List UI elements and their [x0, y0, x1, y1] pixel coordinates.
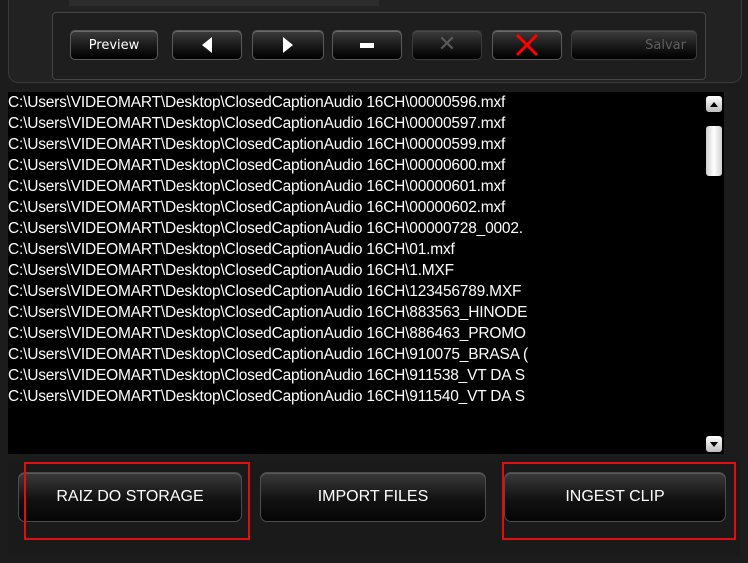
- file-list-item[interactable]: C:\Users\VIDEOMART\Desktop\ClosedCaption…: [8, 113, 704, 134]
- scroll-up-button[interactable]: [706, 96, 722, 112]
- delete-button[interactable]: [492, 30, 562, 60]
- file-list-item[interactable]: C:\Users\VIDEOMART\Desktop\ClosedCaption…: [8, 239, 704, 260]
- file-list-item[interactable]: C:\Users\VIDEOMART\Desktop\ClosedCaption…: [8, 218, 704, 239]
- triangle-right-icon: [283, 37, 293, 53]
- file-list-item[interactable]: C:\Users\VIDEOMART\Desktop\ClosedCaption…: [8, 386, 704, 407]
- previous-button[interactable]: [172, 30, 242, 60]
- red-x-icon: [515, 33, 539, 57]
- file-list[interactable]: C:\Users\VIDEOMART\Desktop\ClosedCaption…: [8, 92, 704, 454]
- raiz-do-storage-button[interactable]: RAIZ DO STORAGE: [18, 472, 242, 522]
- file-list-item[interactable]: C:\Users\VIDEOMART\Desktop\ClosedCaption…: [8, 344, 704, 365]
- scrollbar-thumb[interactable]: [706, 126, 722, 176]
- chevron-down-icon: [710, 441, 718, 447]
- x-icon: ✕: [437, 32, 457, 57]
- next-button[interactable]: [252, 30, 324, 60]
- import-files-button[interactable]: IMPORT FILES: [260, 472, 486, 522]
- file-list-item[interactable]: C:\Users\VIDEOMART\Desktop\ClosedCaption…: [8, 302, 704, 323]
- preview-label: Preview: [88, 37, 140, 53]
- file-list-item[interactable]: C:\Users\VIDEOMART\Desktop\ClosedCaption…: [8, 155, 704, 176]
- clear-button[interactable]: ✕: [412, 30, 482, 60]
- raiz-do-storage-label: RAIZ DO STORAGE: [56, 488, 204, 505]
- ingest-clip-button[interactable]: INGEST CLIP: [504, 472, 726, 522]
- save-label: Salvar: [645, 37, 686, 53]
- top-strip: [69, 0, 379, 6]
- import-files-label: IMPORT FILES: [317, 488, 429, 505]
- file-list-item[interactable]: C:\Users\VIDEOMART\Desktop\ClosedCaption…: [8, 281, 704, 302]
- chevron-up-icon: [710, 101, 718, 107]
- ingest-clip-label: INGEST CLIP: [565, 488, 665, 505]
- preview-button[interactable]: Preview: [70, 30, 158, 60]
- file-list-item[interactable]: C:\Users\VIDEOMART\Desktop\ClosedCaption…: [8, 176, 704, 197]
- minus-icon: [360, 42, 374, 48]
- triangle-left-icon: [202, 37, 212, 53]
- file-list-item[interactable]: C:\Users\VIDEOMART\Desktop\ClosedCaption…: [8, 197, 704, 218]
- file-list-item[interactable]: C:\Users\VIDEOMART\Desktop\ClosedCaption…: [8, 92, 704, 113]
- file-list-item[interactable]: C:\Users\VIDEOMART\Desktop\ClosedCaption…: [8, 323, 704, 344]
- vertical-scrollbar[interactable]: [704, 92, 724, 454]
- save-button[interactable]: Salvar: [571, 30, 697, 60]
- file-list-item[interactable]: C:\Users\VIDEOMART\Desktop\ClosedCaption…: [8, 260, 704, 281]
- scroll-down-button[interactable]: [706, 436, 722, 452]
- file-list-item[interactable]: C:\Users\VIDEOMART\Desktop\ClosedCaption…: [8, 365, 704, 386]
- remove-button[interactable]: [332, 30, 402, 60]
- file-list-item[interactable]: C:\Users\VIDEOMART\Desktop\ClosedCaption…: [8, 134, 704, 155]
